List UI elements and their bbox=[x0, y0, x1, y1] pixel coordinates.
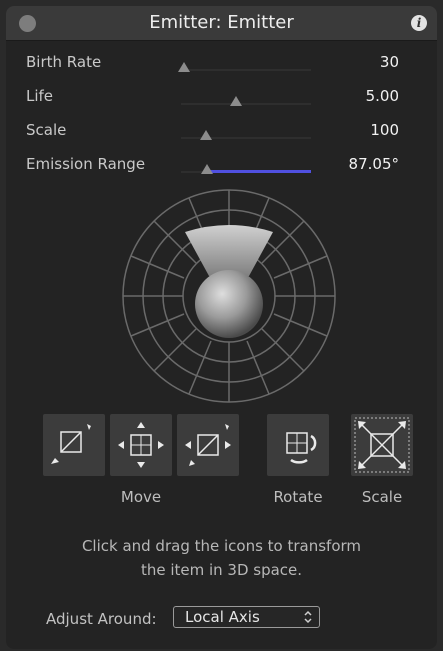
life-value[interactable]: 5.00 bbox=[366, 83, 399, 109]
param-emission-range: Emission Range 87.05° bbox=[6, 151, 437, 177]
move-xz-icon bbox=[185, 424, 231, 466]
birth-rate-slider-track[interactable] bbox=[181, 69, 311, 71]
life-slider-track[interactable] bbox=[181, 103, 311, 105]
life-label: Life bbox=[26, 87, 54, 105]
life-slider-thumb[interactable] bbox=[230, 96, 242, 106]
hint-text: Click and drag the icons to transform th… bbox=[6, 534, 437, 582]
move-xz-button[interactable] bbox=[177, 414, 239, 476]
scale-slider-thumb[interactable] bbox=[200, 130, 212, 140]
emission-range-label: Emission Range bbox=[26, 155, 146, 173]
emission-range-value[interactable]: 87.05° bbox=[349, 151, 399, 177]
emission-range-slider-thumb[interactable] bbox=[201, 164, 213, 174]
param-life: Life 5.00 bbox=[6, 83, 437, 109]
window-title: Emitter: Emitter bbox=[149, 12, 294, 33]
move-xy-button[interactable] bbox=[110, 414, 172, 476]
scale-value[interactable]: 100 bbox=[370, 117, 399, 143]
emitter-hud: Emitter: Emitter i Birth Rate 30 Life 5.… bbox=[6, 6, 437, 649]
hint-line-2: the item in 3D space. bbox=[140, 561, 303, 579]
up-down-chevron-icon bbox=[304, 610, 312, 624]
rotate-icon bbox=[286, 432, 317, 464]
scale-label-transform: Scale bbox=[361, 488, 403, 506]
birth-rate-slider-thumb[interactable] bbox=[178, 62, 190, 72]
adjust-around-label: Adjust Around: bbox=[46, 610, 157, 628]
move-z-icon bbox=[51, 424, 91, 464]
hint-line-1: Click and drag the icons to transform bbox=[81, 537, 362, 555]
birth-rate-label: Birth Rate bbox=[26, 53, 102, 71]
param-birth-rate: Birth Rate 30 bbox=[6, 49, 437, 75]
move-xy-icon bbox=[118, 422, 164, 468]
move-label: Move bbox=[120, 488, 162, 506]
scale-button[interactable] bbox=[351, 414, 413, 476]
scale-label: Scale bbox=[26, 121, 67, 139]
emitter-sphere bbox=[195, 270, 263, 338]
adjust-around-select[interactable]: Local Axis bbox=[173, 606, 320, 628]
rotate-label: Rotate bbox=[273, 488, 323, 506]
emission-sphere-widget[interactable] bbox=[121, 188, 337, 404]
birth-rate-value[interactable]: 30 bbox=[380, 49, 399, 75]
move-z-button[interactable] bbox=[43, 414, 105, 476]
scale-icon bbox=[354, 417, 410, 473]
title-bar: Emitter: Emitter i bbox=[6, 6, 437, 41]
rotate-button[interactable] bbox=[267, 414, 329, 476]
adjust-around-value: Local Axis bbox=[185, 608, 260, 626]
info-icon[interactable]: i bbox=[411, 15, 427, 31]
param-scale: Scale 100 bbox=[6, 117, 437, 143]
emission-range-fill bbox=[208, 170, 311, 173]
